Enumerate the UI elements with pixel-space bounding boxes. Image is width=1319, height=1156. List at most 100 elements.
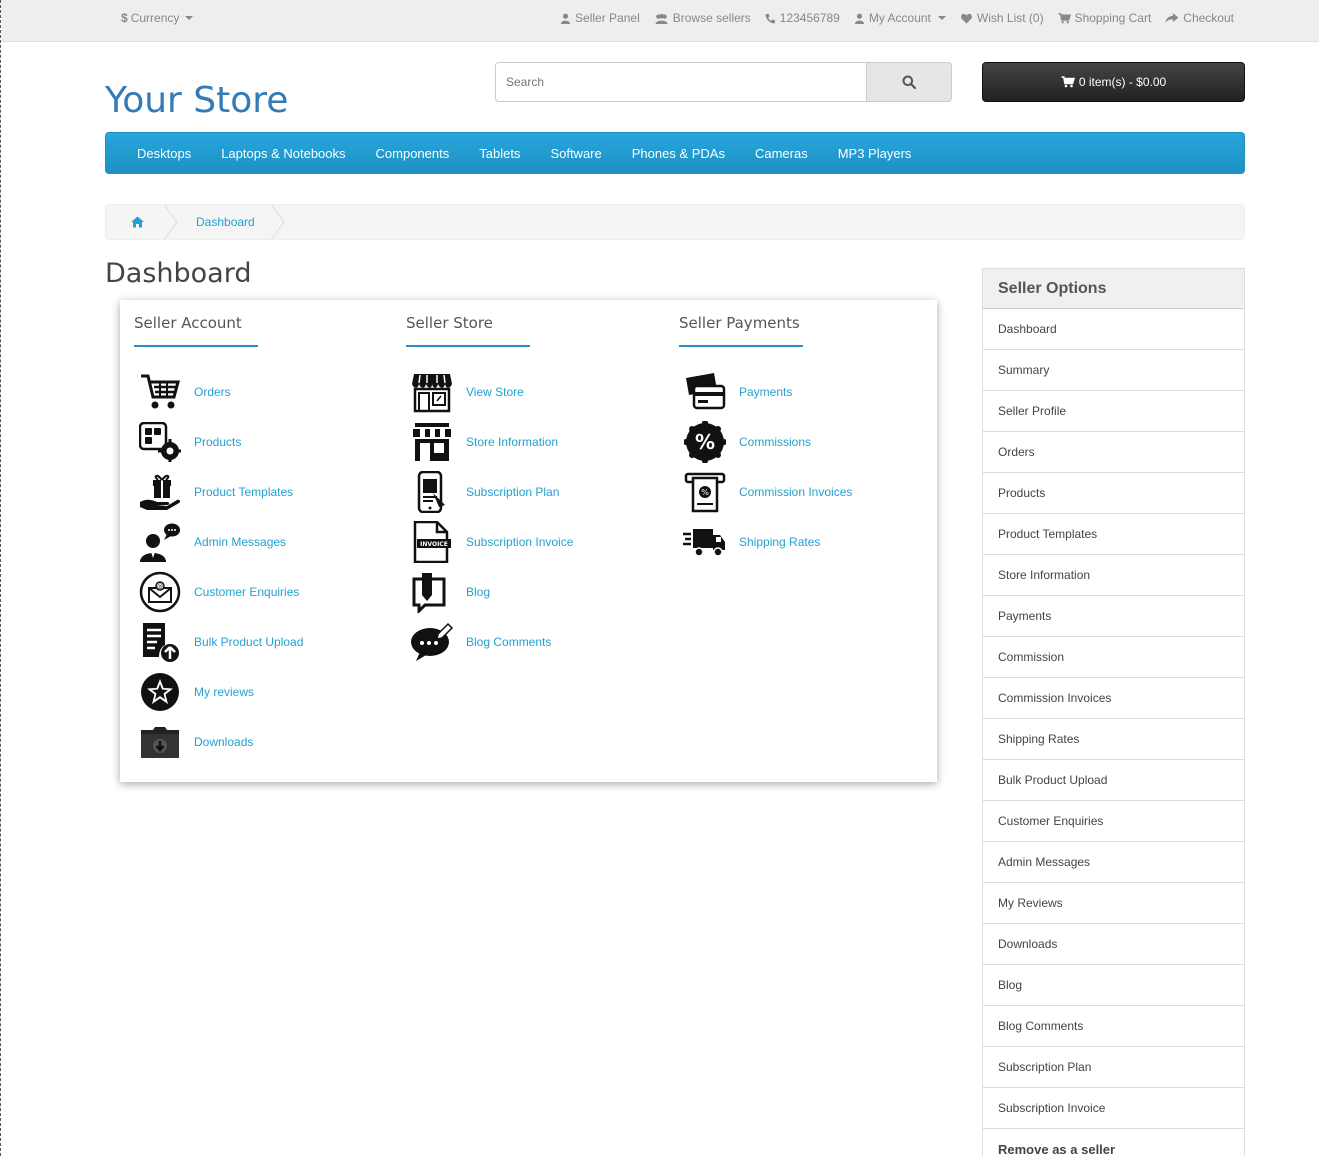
dashboard-item-subscription-invoice[interactable]: INVOICE Subscription Invoice [392, 517, 652, 567]
menu-item-desktops[interactable]: Desktops [122, 146, 206, 161]
dashboard-item-customer-enquiries[interactable]: @ Customer Enquiries [120, 567, 380, 617]
dashboard-link[interactable]: Orders [194, 385, 231, 399]
sidebar-item-summary[interactable]: Summary [983, 350, 1244, 391]
sidebar-item-commission-invoices[interactable]: Commission Invoices [983, 678, 1244, 719]
user-icon [854, 13, 864, 24]
seller-panel-link[interactable]: Seller Panel [560, 11, 640, 25]
menu-item-mp3[interactable]: MP3 Players [823, 146, 927, 161]
column-title: Seller Store [406, 314, 530, 347]
search-button[interactable] [867, 62, 952, 102]
remove-seller-button[interactable]: Remove as a seller [983, 1129, 1244, 1156]
dashboard-item-subscription-plan[interactable]: Subscription Plan [392, 467, 652, 517]
dashboard-item-shipping-rates[interactable]: Shipping Rates [665, 517, 925, 567]
sidebar-item-my-reviews[interactable]: My Reviews [983, 883, 1244, 924]
checkout-link[interactable]: Checkout [1165, 11, 1234, 25]
dashboard-item-orders[interactable]: Orders [120, 367, 380, 417]
wish-list-link[interactable]: Wish List (0) [960, 11, 1044, 25]
dashboard-link[interactable]: Store Information [466, 435, 558, 449]
blog-icon [410, 570, 454, 614]
my-account-dropdown[interactable]: My Account [854, 11, 946, 25]
dashboard-item-bulk-upload[interactable]: Bulk Product Upload [120, 617, 380, 667]
menu-item-laptops[interactable]: Laptops & Notebooks [206, 146, 360, 161]
sidebar-item-shipping-rates[interactable]: Shipping Rates [983, 719, 1244, 760]
dashboard-link[interactable]: Subscription Plan [466, 485, 559, 499]
dashboard-item-product-templates[interactable]: Product Templates [120, 467, 380, 517]
sidebar-item-dashboard[interactable]: Dashboard [983, 309, 1244, 350]
dashboard-item-payments[interactable]: Payments [665, 367, 925, 417]
dashboard-link[interactable]: Commissions [739, 435, 811, 449]
share-icon [1165, 12, 1179, 23]
phone-link[interactable]: 123456789 [765, 11, 840, 25]
currency-dropdown[interactable]: $ Currency [121, 11, 194, 25]
menu-item-tablets[interactable]: Tablets [464, 146, 535, 161]
dashboard-link[interactable]: My reviews [194, 685, 254, 699]
dashboard-item-products[interactable]: Products [120, 417, 380, 467]
dashboard-link[interactable]: Customer Enquiries [194, 585, 299, 599]
search-input[interactable] [495, 62, 867, 102]
shopping-cart-link[interactable]: Shopping Cart [1058, 11, 1151, 25]
svg-text:%: % [701, 488, 709, 497]
dashboard-link[interactable]: Bulk Product Upload [194, 635, 303, 649]
menu-item-phones[interactable]: Phones & PDAs [617, 146, 740, 161]
caret-down-icon [185, 16, 194, 20]
sidebar-item-orders[interactable]: Orders [983, 432, 1244, 473]
sidebar-item-payments[interactable]: Payments [983, 596, 1244, 637]
dashboard-link[interactable]: Product Templates [194, 485, 293, 499]
credit-card-icon [683, 370, 727, 414]
comment-bubble-icon [410, 620, 454, 664]
svg-text:@: @ [157, 583, 163, 590]
admin-chat-icon [138, 520, 182, 564]
dashboard-item-blog[interactable]: Blog [392, 567, 652, 617]
dashboard-item-commission-invoices[interactable]: % Commission Invoices [665, 467, 925, 517]
cart-button[interactable]: 0 item(s) - $0.00 [982, 62, 1245, 102]
dashboard-card: Seller Account Orders Products Product T… [120, 300, 937, 782]
sidebar-item-subscription-plan[interactable]: Subscription Plan [983, 1047, 1244, 1088]
dashboard-item-commissions[interactable]: % Commissions [665, 417, 925, 467]
dashboard-item-admin-messages[interactable]: Admin Messages [120, 517, 380, 567]
wish-list-label: Wish List (0) [976, 11, 1044, 25]
sidebar-item-store-information[interactable]: Store Information [983, 555, 1244, 596]
dashboard-link[interactable]: Downloads [194, 735, 253, 749]
column-title: Seller Payments [679, 314, 803, 347]
menu-item-cameras[interactable]: Cameras [740, 146, 823, 161]
breadcrumb-dashboard[interactable]: Dashboard [168, 204, 275, 240]
dashboard-link[interactable]: Shipping Rates [739, 535, 820, 549]
percent-badge-icon: % [683, 420, 727, 464]
download-folder-icon [138, 720, 182, 764]
dashboard-item-store-information[interactable]: Store Information [392, 417, 652, 467]
sidebar-item-bulk-upload[interactable]: Bulk Product Upload [983, 760, 1244, 801]
sidebar-item-seller-profile[interactable]: Seller Profile [983, 391, 1244, 432]
sidebar-item-products[interactable]: Products [983, 473, 1244, 514]
menu-item-components[interactable]: Components [361, 146, 465, 161]
search-group [495, 62, 952, 102]
seller-payments-column: Seller Payments Payments % Commissions %… [665, 314, 925, 567]
cart-summary: 0 item(s) - $0.00 [1078, 75, 1167, 89]
dashboard-link[interactable]: Commission Invoices [739, 485, 852, 499]
dashboard-link[interactable]: Subscription Invoice [466, 535, 573, 549]
dashboard-item-view-store[interactable]: View Store [392, 367, 652, 417]
browse-sellers-link[interactable]: Browse sellers [654, 11, 751, 25]
dashboard-item-downloads[interactable]: Downloads [120, 717, 380, 767]
sidebar-item-product-templates[interactable]: Product Templates [983, 514, 1244, 555]
sidebar-item-commission[interactable]: Commission [983, 637, 1244, 678]
breadcrumb-home[interactable] [106, 204, 168, 240]
sidebar-item-downloads[interactable]: Downloads [983, 924, 1244, 965]
dashboard-link[interactable]: Admin Messages [194, 535, 286, 549]
currency-label: Currency [130, 11, 180, 25]
dashboard-link[interactable]: Products [194, 435, 241, 449]
dashboard-item-my-reviews[interactable]: My reviews [120, 667, 380, 717]
sidebar-item-subscription-invoice[interactable]: Subscription Invoice [983, 1088, 1244, 1129]
dashboard-link[interactable]: Blog Comments [466, 635, 551, 649]
breadcrumb: Dashboard [105, 204, 1245, 240]
dashboard-link[interactable]: Payments [739, 385, 792, 399]
sidebar-item-blog[interactable]: Blog [983, 965, 1244, 1006]
store-logo[interactable]: Your Store [105, 80, 288, 121]
dashboard-item-blog-comments[interactable]: Blog Comments [392, 617, 652, 667]
sidebar-item-customer-enquiries[interactable]: Customer Enquiries [983, 801, 1244, 842]
dashboard-link[interactable]: View Store [466, 385, 524, 399]
sidebar-item-admin-messages[interactable]: Admin Messages [983, 842, 1244, 883]
upload-list-icon [138, 620, 182, 664]
menu-item-software[interactable]: Software [535, 146, 616, 161]
dashboard-link[interactable]: Blog [466, 585, 490, 599]
sidebar-item-blog-comments[interactable]: Blog Comments [983, 1006, 1244, 1047]
